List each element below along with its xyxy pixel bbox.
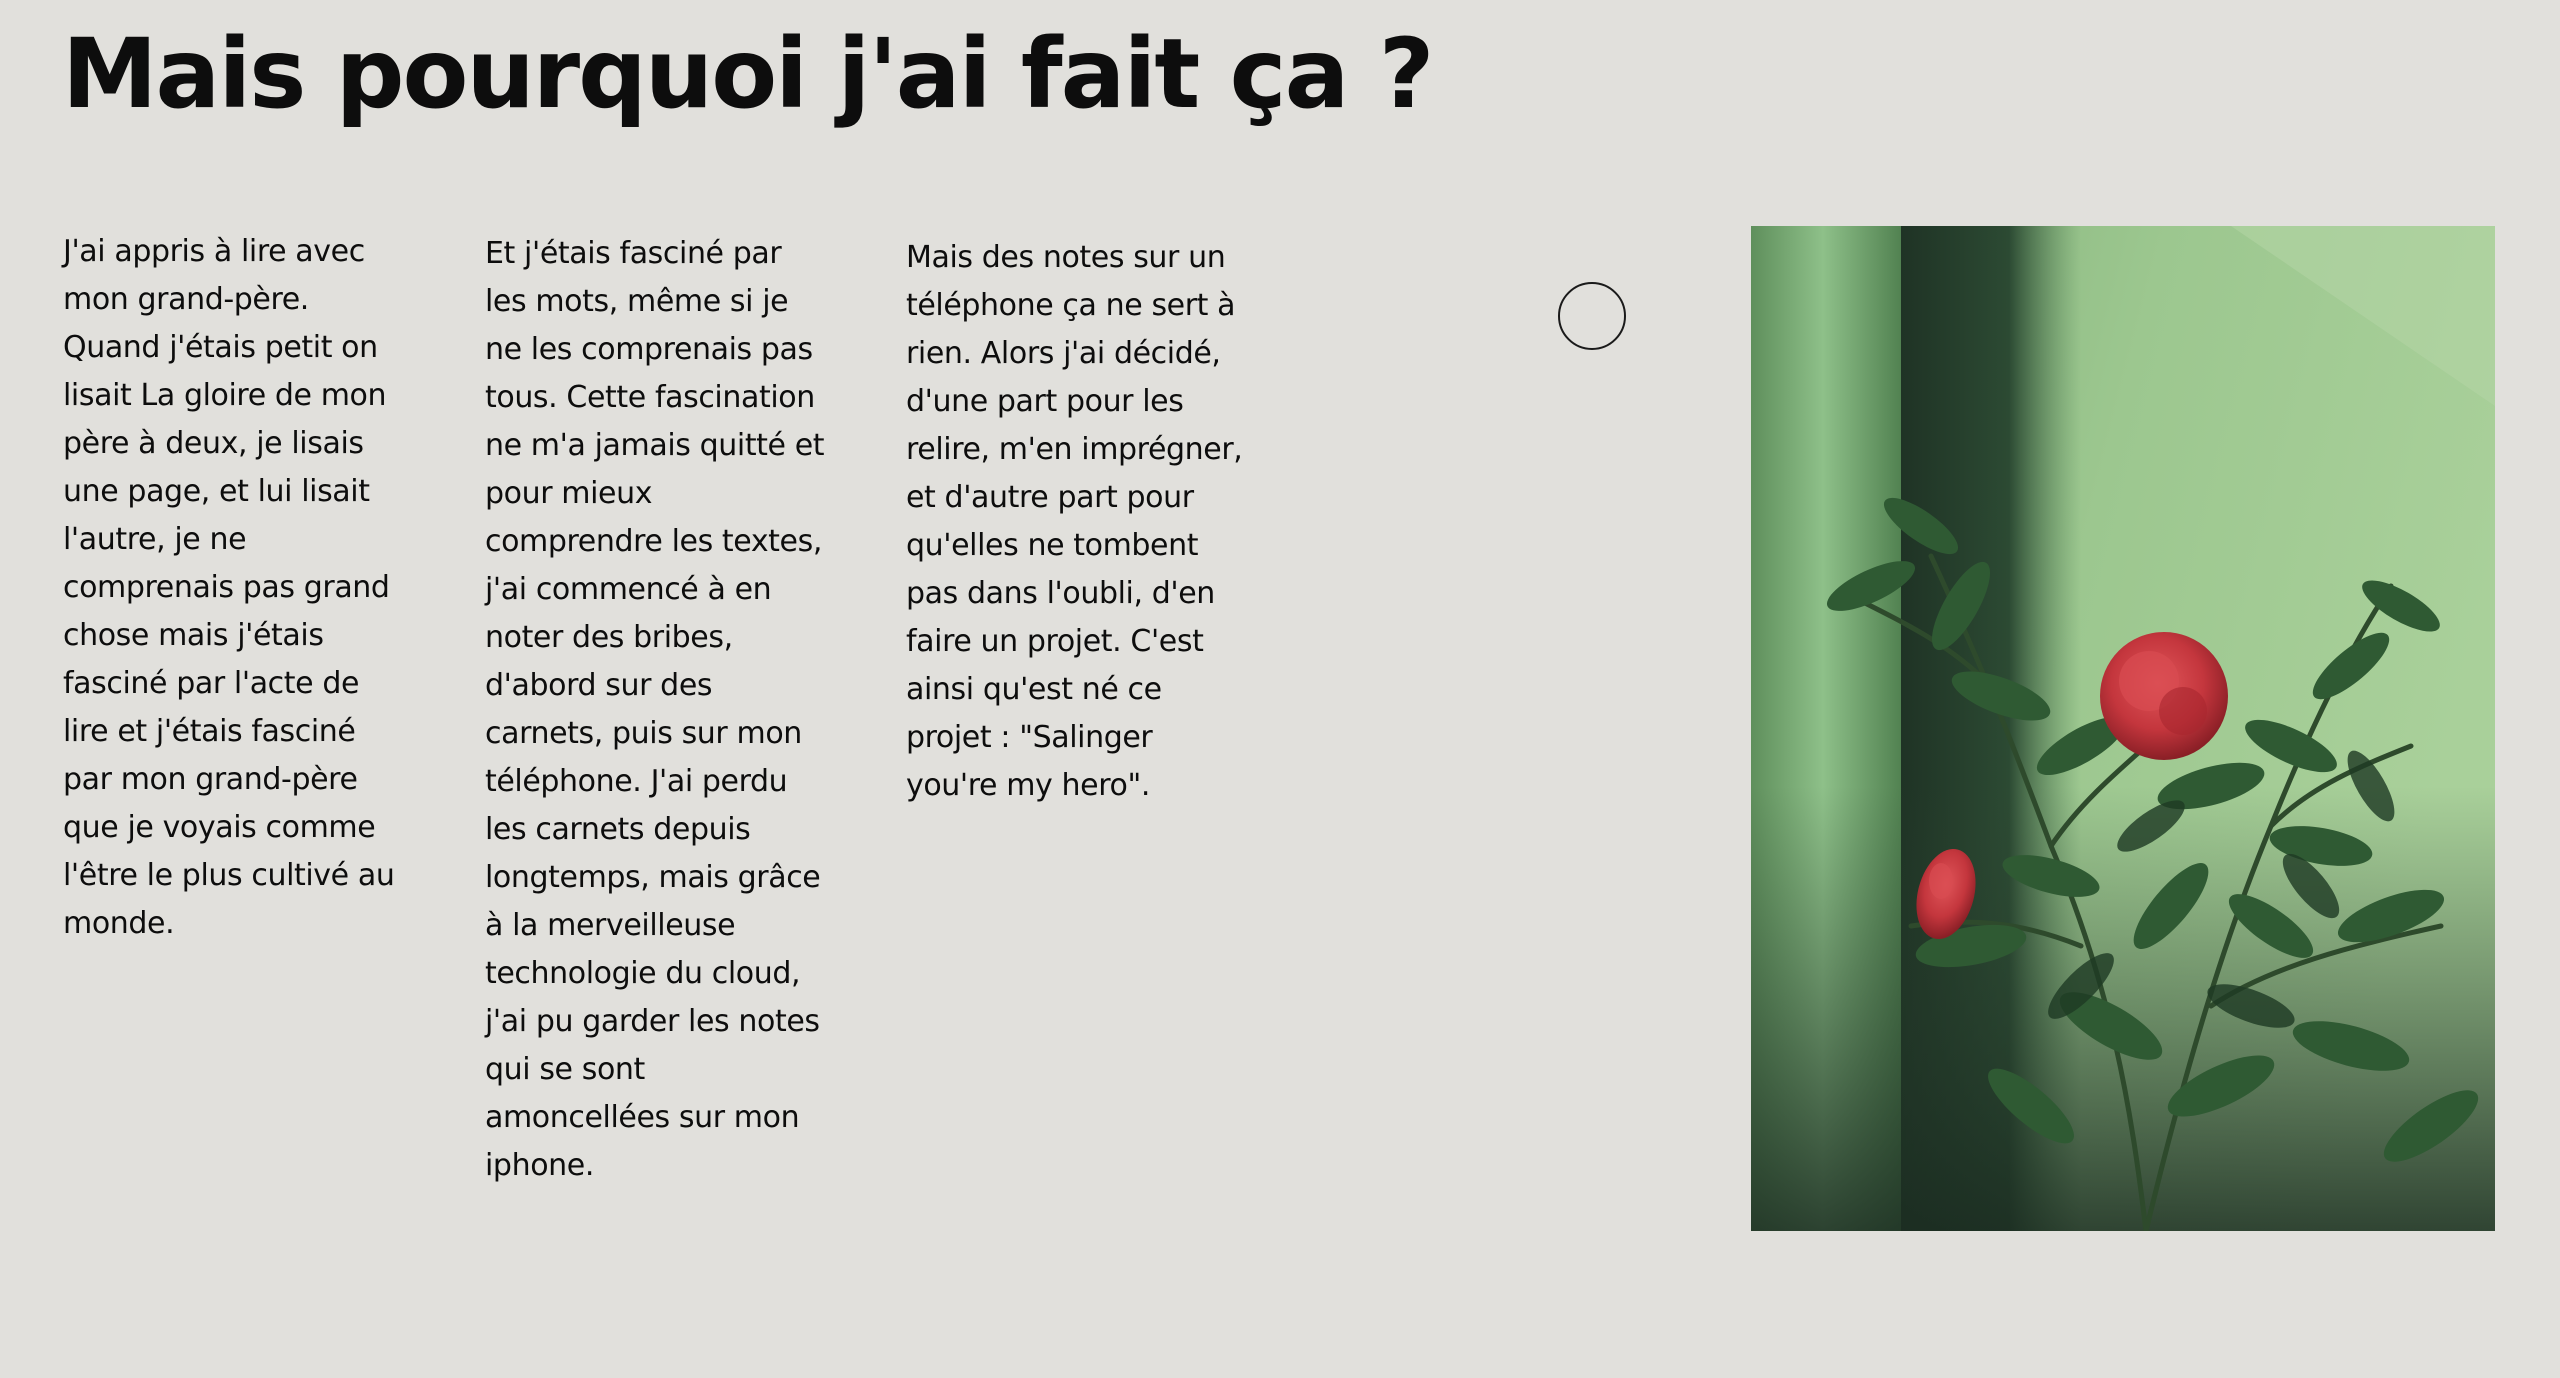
camellia-flower-illustration (1751, 226, 2495, 1231)
text-column-2: Et j'étais fasciné par les mots, même si… (485, 236, 825, 1183)
text-column-1: J'ai appris à lire avec mon grand-père. … (63, 234, 395, 941)
text-column-3: Mais des notes sur un téléphone ça ne se… (906, 240, 1243, 803)
flower-photo (1751, 226, 2495, 1231)
page-title: Mais pourquoi j'ai fait ça ? (62, 18, 1434, 130)
cursor-circle-icon (1558, 282, 1626, 350)
